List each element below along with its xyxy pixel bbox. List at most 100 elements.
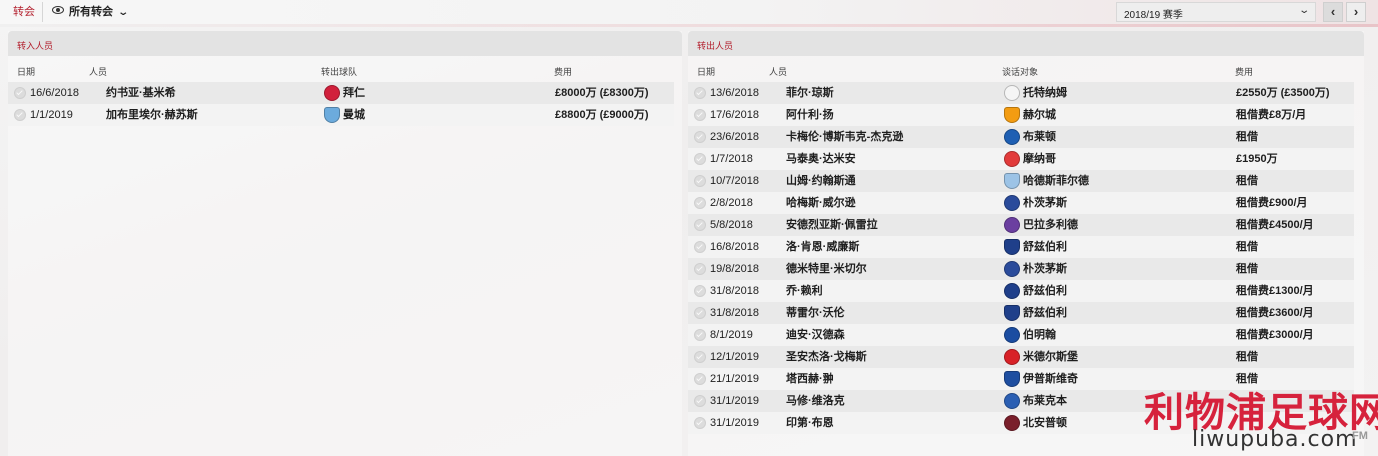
club-name-link[interactable]: 米德尔斯堡 bbox=[1023, 346, 1078, 368]
player-name-link[interactable]: 马泰奥·达米安 bbox=[786, 148, 856, 170]
player-name-link[interactable]: 菲尔·琼斯 bbox=[786, 82, 834, 104]
player-name-link[interactable]: 加布里埃尔·赫苏斯 bbox=[106, 104, 198, 126]
eye-icon bbox=[52, 6, 64, 14]
completed-check-icon bbox=[694, 241, 706, 253]
club-name-link[interactable]: 布莱顿 bbox=[1023, 126, 1056, 148]
column-person[interactable]: 人员 bbox=[769, 65, 787, 78]
table-row[interactable]: 23/6/2018 卡梅伦·博斯韦克-杰克逊 布莱顿 租借 bbox=[688, 126, 1354, 148]
player-name-link[interactable]: 山姆·约翰斯通 bbox=[786, 170, 856, 192]
club-crest-icon bbox=[1004, 283, 1020, 299]
club-name-link[interactable]: 托特纳姆 bbox=[1023, 82, 1067, 104]
club-name-link[interactable]: 舒兹伯利 bbox=[1023, 236, 1067, 258]
transfer-date: 1/1/2019 bbox=[30, 109, 73, 121]
next-season-button[interactable]: › bbox=[1346, 2, 1366, 22]
completed-check-icon bbox=[694, 175, 706, 187]
club-crest-icon bbox=[1004, 415, 1020, 431]
transfer-date: 12/1/2019 bbox=[710, 351, 759, 363]
table-row[interactable]: 8/1/2019 迪安·汉德森 伯明翰 租借费£3000/月 bbox=[688, 324, 1354, 346]
player-name-link[interactable]: 洛·肯恩·威廉斯 bbox=[786, 236, 859, 258]
tab-transfers[interactable]: 转会 bbox=[6, 2, 43, 22]
table-row[interactable]: 5/8/2018 安德烈亚斯·佩雷拉 巴拉多利德 租借费£4500/月 bbox=[688, 214, 1354, 236]
completed-check-icon bbox=[694, 373, 706, 385]
club-crest-icon bbox=[1004, 107, 1020, 123]
player-name-link[interactable]: 蒂雷尔·沃伦 bbox=[786, 302, 845, 324]
club-crest-icon bbox=[1004, 393, 1020, 409]
club-crest-icon bbox=[324, 107, 340, 123]
completed-check-icon bbox=[694, 219, 706, 231]
table-row[interactable]: 10/7/2018 山姆·约翰斯通 哈德斯菲尔德 租借 bbox=[688, 170, 1354, 192]
toolbar-accent-strip bbox=[0, 24, 1378, 27]
club-crest-icon bbox=[1004, 195, 1020, 211]
transfer-date: 31/1/2019 bbox=[710, 417, 759, 429]
player-name-link[interactable]: 马修·维洛克 bbox=[786, 390, 845, 412]
column-date[interactable]: 日期 bbox=[697, 65, 715, 78]
table-row[interactable]: 12/1/2019 圣安杰洛·戈梅斯 米德尔斯堡 租借 bbox=[688, 346, 1354, 368]
transfer-date: 21/1/2019 bbox=[710, 373, 759, 385]
column-person[interactable]: 人员 bbox=[89, 65, 107, 78]
completed-check-icon bbox=[694, 131, 706, 143]
player-name-link[interactable]: 阿什利·扬 bbox=[786, 104, 834, 126]
club-name-link[interactable]: 舒兹伯利 bbox=[1023, 280, 1067, 302]
transfer-date: 5/8/2018 bbox=[710, 219, 753, 231]
player-name-link[interactable]: 圣安杰洛·戈梅斯 bbox=[786, 346, 867, 368]
column-fee[interactable]: 费用 bbox=[554, 65, 572, 78]
club-name-link[interactable]: 曼城 bbox=[343, 104, 365, 126]
club-name-link[interactable]: 舒兹伯利 bbox=[1023, 302, 1067, 324]
table-row[interactable]: 31/8/2018 乔·赖利 舒兹伯利 租借费£1300/月 bbox=[688, 280, 1354, 302]
column-club[interactable]: 谈话对象 bbox=[1002, 65, 1038, 78]
panel-title: 转出人员 bbox=[697, 41, 734, 51]
club-name-link[interactable]: 摩纳哥 bbox=[1023, 148, 1056, 170]
season-dropdown[interactable]: 2018/19 赛季 ⌄ bbox=[1116, 2, 1316, 22]
club-name-link[interactable]: 伯明翰 bbox=[1023, 324, 1056, 346]
table-row[interactable]: 16/6/2018 约书亚·基米希 拜仁 £8000万 (£8300万) bbox=[8, 82, 674, 104]
player-name-link[interactable]: 安德烈亚斯·佩雷拉 bbox=[786, 214, 878, 236]
table-row[interactable]: 31/8/2018 蒂雷尔·沃伦 舒兹伯利 租借费£3600/月 bbox=[688, 302, 1354, 324]
transfer-fee: £8000万 (£8300万) bbox=[555, 87, 649, 99]
completed-check-icon bbox=[694, 307, 706, 319]
transfer-fee: 租借费£3000/月 bbox=[1236, 329, 1314, 341]
player-name-link[interactable]: 迪安·汉德森 bbox=[786, 324, 845, 346]
completed-check-icon bbox=[694, 197, 706, 209]
club-crest-icon bbox=[1004, 239, 1020, 255]
completed-check-icon bbox=[694, 87, 706, 99]
player-name-link[interactable]: 德米特里·米切尔 bbox=[786, 258, 867, 280]
club-name-link[interactable]: 朴茨茅斯 bbox=[1023, 192, 1067, 214]
table-row[interactable]: 1/1/2019 加布里埃尔·赫苏斯 曼城 £8800万 (£9000万) bbox=[8, 104, 674, 126]
club-name-link[interactable]: 伊普斯维奇 bbox=[1023, 368, 1078, 390]
player-name-link[interactable]: 乔·赖利 bbox=[786, 280, 823, 302]
club-name-link[interactable]: 朴茨茅斯 bbox=[1023, 258, 1067, 280]
table-row[interactable]: 19/8/2018 德米特里·米切尔 朴茨茅斯 租借 bbox=[688, 258, 1354, 280]
column-club[interactable]: 转出球队 bbox=[321, 65, 357, 78]
club-name-link[interactable]: 哈德斯菲尔德 bbox=[1023, 170, 1089, 192]
club-name-link[interactable]: 巴拉多利德 bbox=[1023, 214, 1078, 236]
club-name-link[interactable]: 赫尔城 bbox=[1023, 104, 1056, 126]
player-name-link[interactable]: 印第·布恩 bbox=[786, 412, 834, 434]
club-crest-icon bbox=[1004, 261, 1020, 277]
column-date[interactable]: 日期 bbox=[17, 65, 35, 78]
player-name-link[interactable]: 哈梅斯·威尔逊 bbox=[786, 192, 856, 214]
player-name-link[interactable]: 塔西赫·翀 bbox=[786, 368, 834, 390]
club-name-link[interactable]: 布莱克本 bbox=[1023, 390, 1067, 412]
player-name-link[interactable]: 约书亚·基米希 bbox=[106, 82, 176, 104]
club-name-link[interactable]: 北安普顿 bbox=[1023, 412, 1067, 434]
transfer-view-label: 所有转会 bbox=[69, 6, 113, 18]
table-row[interactable]: 17/6/2018 阿什利·扬 赫尔城 租借费£8万/月 bbox=[688, 104, 1354, 126]
table-row[interactable]: 16/8/2018 洛·肯恩·威廉斯 舒兹伯利 租借 bbox=[688, 236, 1354, 258]
table-row[interactable]: 2/8/2018 哈梅斯·威尔逊 朴茨茅斯 租借费£900/月 bbox=[688, 192, 1354, 214]
panel-title: 转入人员 bbox=[17, 41, 54, 51]
column-fee[interactable]: 费用 bbox=[1235, 65, 1253, 78]
club-name-link[interactable]: 拜仁 bbox=[343, 82, 365, 104]
club-crest-icon bbox=[1004, 151, 1020, 167]
transfer-fee: 租借费£3600/月 bbox=[1236, 307, 1314, 319]
table-row[interactable]: 1/7/2018 马泰奥·达米安 摩纳哥 £1950万 bbox=[688, 148, 1354, 170]
transfer-view-dropdown[interactable]: 所有转会 ⌄ bbox=[52, 3, 130, 21]
table-row[interactable]: 13/6/2018 菲尔·琼斯 托特纳姆 £2550万 (£3500万) bbox=[688, 82, 1354, 104]
transfer-fee: 租借 bbox=[1236, 241, 1258, 253]
player-name-link[interactable]: 卡梅伦·博斯韦克-杰克逊 bbox=[786, 126, 903, 148]
previous-season-button[interactable]: ‹ bbox=[1323, 2, 1343, 22]
transfer-fee: 租借费£4500/月 bbox=[1236, 219, 1314, 231]
watermark-corner: FM bbox=[1352, 430, 1368, 442]
chevron-down-icon: ⌄ bbox=[117, 7, 130, 18]
table-header: 日期 人员 谈话对象 费用 bbox=[688, 56, 1364, 82]
completed-check-icon bbox=[694, 351, 706, 363]
